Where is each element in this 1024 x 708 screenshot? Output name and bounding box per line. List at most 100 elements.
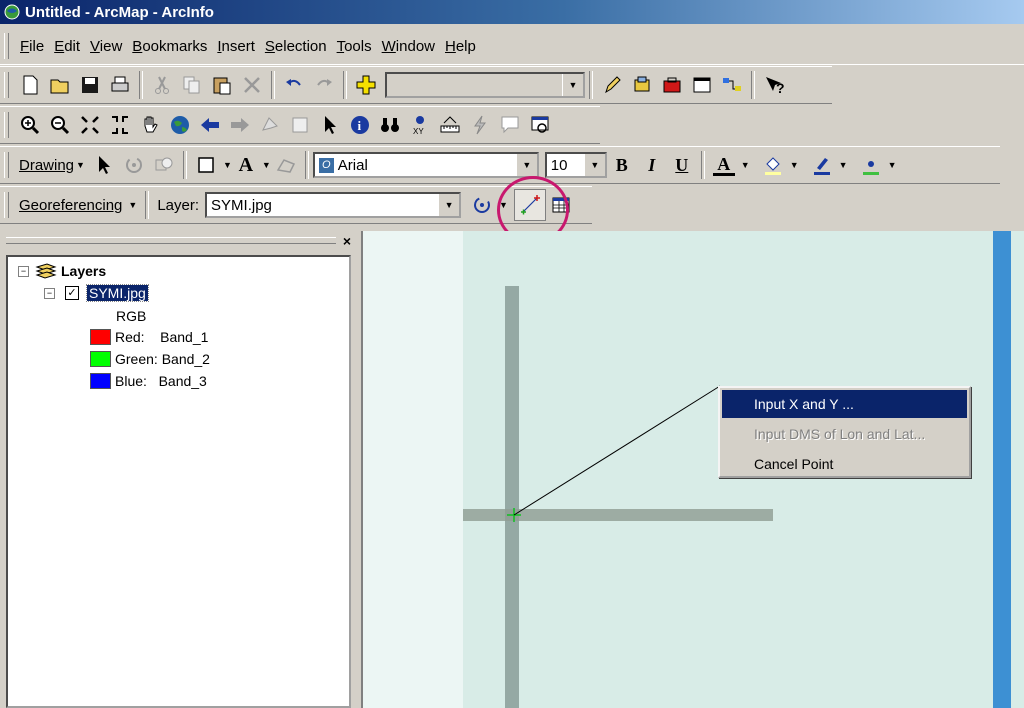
identify-button[interactable]: i <box>345 110 375 140</box>
delete-button[interactable] <box>237 70 267 100</box>
redo-button[interactable] <box>309 70 339 100</box>
new-text-button[interactable]: A <box>232 150 260 180</box>
font-size-value: 10 <box>550 156 568 174</box>
font-color-button[interactable]: A <box>709 150 739 180</box>
save-button[interactable] <box>75 70 105 100</box>
go-to-xy-button[interactable]: XY <box>405 110 435 140</box>
editor-toolbar-button[interactable] <box>597 70 627 100</box>
chevron-down-icon[interactable]: ▼ <box>839 160 848 170</box>
arctoolbox-button[interactable] <box>657 70 687 100</box>
forward-extent-button[interactable] <box>225 110 255 140</box>
menu-cancel-point[interactable]: Cancel Point <box>722 450 967 478</box>
menu-edit[interactable]: Edit <box>49 36 85 57</box>
rotate-button[interactable] <box>119 150 149 180</box>
line-color-button[interactable] <box>807 150 837 180</box>
fixed-zoom-out-button[interactable] <box>105 110 135 140</box>
toc-layer-node[interactable]: − ✓ SYMI.jpg <box>44 284 149 302</box>
new-document-icon <box>23 75 38 95</box>
menu-bar-grip[interactable] <box>4 33 9 59</box>
menu-view[interactable]: View <box>85 36 127 57</box>
font-name-combo[interactable]: O Arial ▼ <box>312 152 539 178</box>
zoom-out-button[interactable] <box>45 110 75 140</box>
map-scale-combo[interactable]: ▼ <box>385 72 585 98</box>
rectangle-button[interactable] <box>191 150 221 180</box>
whats-this-button[interactable]: ? <box>759 70 789 100</box>
line-pen-icon <box>813 158 830 175</box>
html-popup-button[interactable] <box>495 110 525 140</box>
zoom-to-selected-button[interactable] <box>149 150 179 180</box>
fixed-zoom-in-button[interactable] <box>75 110 105 140</box>
print-button[interactable] <box>105 70 135 100</box>
toolbar-grip[interactable] <box>4 72 9 98</box>
overview-button[interactable] <box>525 110 555 140</box>
arccatalog-button[interactable] <box>627 70 657 100</box>
rotate-raster-button[interactable] <box>467 190 497 220</box>
layer-visibility-checkbox[interactable]: ✓ <box>65 286 79 300</box>
zoom-in-button[interactable] <box>15 110 45 140</box>
open-button[interactable] <box>45 70 75 100</box>
collapse-icon[interactable]: − <box>18 265 29 277</box>
menu-bookmarks[interactable]: Bookmarks <box>127 36 212 57</box>
menu-selection[interactable]: Selection <box>260 36 332 57</box>
font-color-swatch <box>712 172 735 176</box>
full-extent-button[interactable] <box>165 110 195 140</box>
underline-button[interactable]: U <box>667 150 697 180</box>
measure-button[interactable] <box>435 110 465 140</box>
collapse-icon[interactable]: − <box>44 287 55 299</box>
svg-text:?: ? <box>776 80 785 96</box>
fill-color-button[interactable] <box>758 150 788 180</box>
menu-help[interactable]: Help <box>440 36 481 57</box>
edit-vertices-button[interactable] <box>271 150 301 180</box>
bold-button[interactable]: B <box>607 150 637 180</box>
chevron-down-icon[interactable]: ▼ <box>888 160 897 170</box>
select-elements-button[interactable] <box>315 110 345 140</box>
menu-window[interactable]: Window <box>377 36 440 57</box>
select-elements-button[interactable] <box>89 150 119 180</box>
chevron-down-icon[interactable]: ▼ <box>515 154 537 176</box>
menu-tools[interactable]: Tools <box>332 36 377 57</box>
panel-grip[interactable] <box>6 237 336 244</box>
copy-button[interactable] <box>177 70 207 100</box>
georeferencing-menu-button[interactable]: Georeferencing ▼ <box>15 197 141 214</box>
close-icon[interactable]: × <box>340 234 354 248</box>
undo-button[interactable] <box>279 70 309 100</box>
model-builder-button[interactable] <box>717 70 747 100</box>
drawing-menu-button[interactable]: Drawing ▼ <box>15 157 89 174</box>
toolbar-grip[interactable] <box>4 112 9 138</box>
layer-combo[interactable]: SYMI.jpg ▼ <box>205 192 462 218</box>
hyperlink-button[interactable] <box>465 110 495 140</box>
command-line-button[interactable] <box>687 70 717 100</box>
toc-layer-label[interactable]: SYMI.jpg <box>86 284 149 302</box>
paste-button[interactable] <box>207 70 237 100</box>
layer-label: Layer: <box>157 196 200 214</box>
toc-root-node[interactable]: − Layers <box>18 263 106 279</box>
marker-color-button[interactable] <box>856 150 886 180</box>
menu-insert[interactable]: Insert <box>212 36 260 57</box>
toolbar-separator <box>145 191 150 219</box>
menu-input-x-y[interactable]: Input X and Y ... <box>722 390 967 418</box>
toolbar-grip[interactable] <box>4 152 9 178</box>
italic-button[interactable]: I <box>637 150 667 180</box>
font-size-combo[interactable]: 10 ▼ <box>544 152 607 178</box>
chevron-down-icon[interactable]: ▼ <box>223 160 232 170</box>
select-features-button[interactable] <box>255 110 285 140</box>
add-data-button[interactable] <box>351 70 381 100</box>
clear-selection-button[interactable] <box>285 110 315 140</box>
menu-input-dms[interactable]: Input DMS of Lon and Lat... <box>722 420 967 448</box>
chevron-down-icon[interactable]: ▼ <box>741 160 750 170</box>
new-document-button[interactable] <box>15 70 45 100</box>
pan-button[interactable] <box>135 110 165 140</box>
chevron-down-icon[interactable]: ▼ <box>438 194 460 216</box>
find-button[interactable] <box>375 110 405 140</box>
toolbar-grip[interactable] <box>4 192 9 218</box>
menu-file[interactable]: File <box>15 36 49 57</box>
cut-button[interactable] <box>147 70 177 100</box>
chevron-down-icon[interactable]: ▼ <box>562 74 583 96</box>
chevron-down-icon[interactable]: ▼ <box>790 160 799 170</box>
back-extent-button[interactable] <box>195 110 225 140</box>
chevron-down-icon[interactable]: ▼ <box>262 160 271 170</box>
text-a-label: A <box>238 153 254 176</box>
lightning-icon <box>474 115 486 135</box>
add-data-plus-icon <box>356 75 376 95</box>
chevron-down-icon[interactable]: ▼ <box>583 154 605 176</box>
